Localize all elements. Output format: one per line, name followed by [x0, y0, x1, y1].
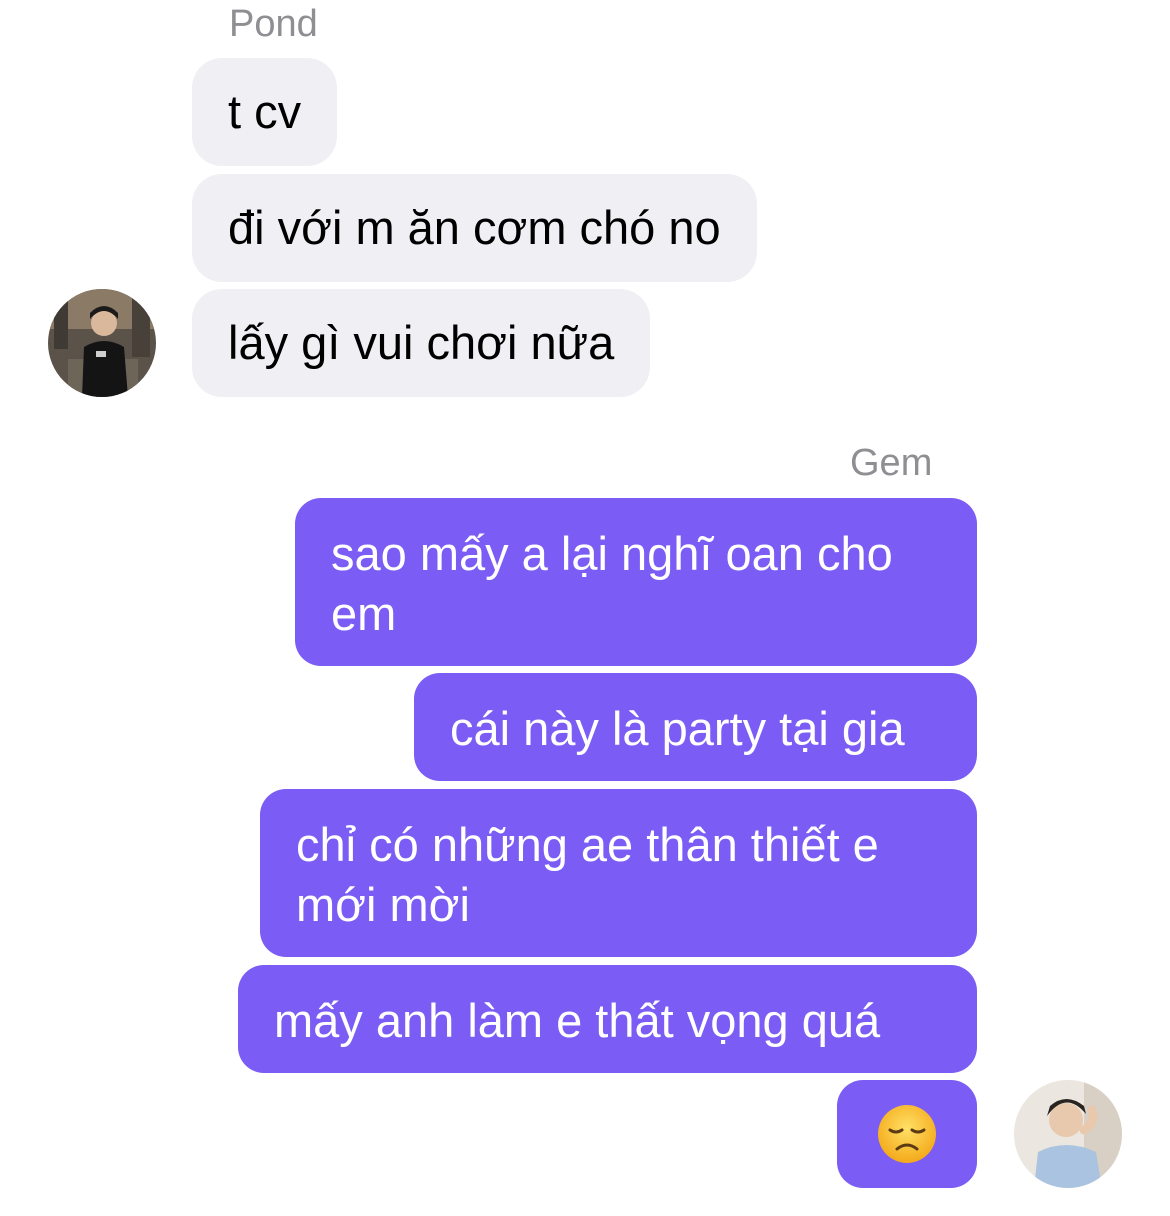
avatar-pond[interactable] — [48, 289, 156, 397]
avatar-gem[interactable] — [1014, 1080, 1122, 1188]
avatar-pond-image — [48, 289, 156, 397]
message-bubble-incoming[interactable]: lấy gì vui chơi nữa — [192, 289, 651, 397]
message-bubble-outgoing[interactable]: cái này là party tại gia — [414, 673, 977, 781]
sender-name-pond: Pond — [229, 3, 318, 45]
message-bubble-incoming[interactable]: đi với m ăn cơm chó no — [192, 174, 757, 282]
message-bubble-outgoing[interactable]: sao mấy a lại nghĩ oan cho em — [295, 498, 977, 666]
message-bubble-outgoing[interactable]: chỉ có những ae thân thiết e mới mời — [260, 789, 977, 957]
message-bubble-incoming[interactable]: t cv — [192, 58, 338, 166]
message-bubble-outgoing[interactable]: mấy anh làm e thất vọng quá — [238, 965, 977, 1073]
disappointed-face-icon — [878, 1105, 936, 1163]
avatar-gem-image — [1014, 1080, 1122, 1188]
message-bubble-outgoing-emoji[interactable] — [837, 1080, 977, 1188]
sender-name-gem: Gem — [850, 442, 933, 484]
